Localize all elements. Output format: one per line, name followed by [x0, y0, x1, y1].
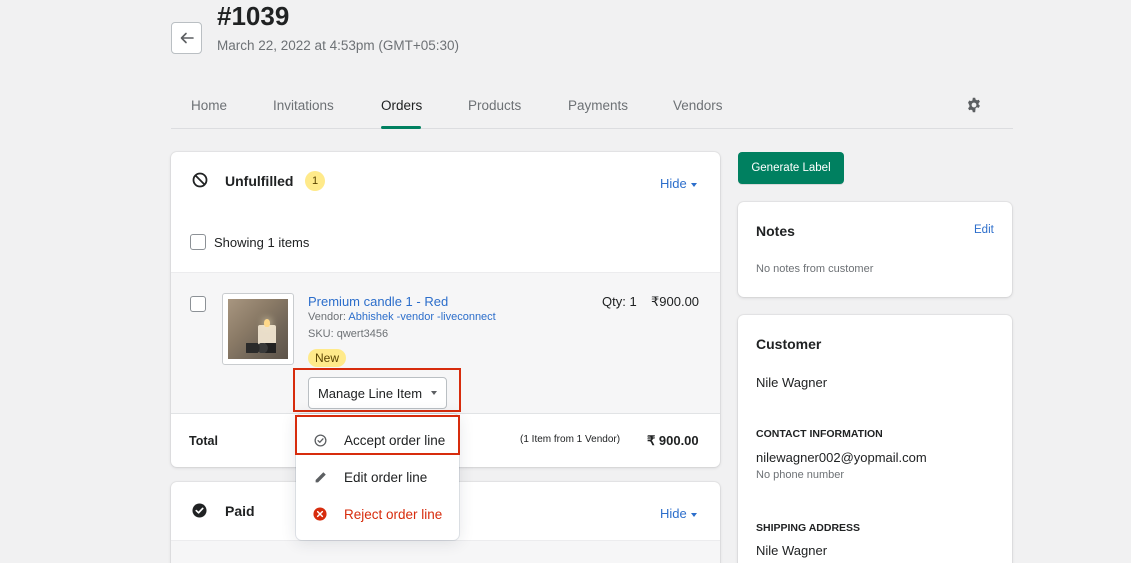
product-thumbnail — [222, 293, 294, 365]
tab-vendors[interactable]: Vendors — [673, 98, 723, 113]
arrow-left-icon — [180, 32, 194, 44]
check-circle-icon — [192, 503, 207, 518]
unfulfilled-hide-link[interactable]: Hide — [660, 176, 697, 191]
manage-line-item-button[interactable]: Manage Line Item — [308, 377, 447, 409]
tab-home[interactable]: Home — [191, 98, 227, 113]
total-summary: (1 Item from 1 Vendor) — [520, 434, 621, 445]
active-tab-indicator — [381, 126, 421, 129]
customer-title: Customer — [756, 336, 822, 352]
total-value: ₹ 900.00 — [647, 433, 699, 448]
item-price: ₹900.00 — [651, 294, 700, 309]
hide-label: Hide — [660, 506, 687, 521]
highlight-accept-item — [295, 415, 460, 455]
vendor-prefix: Vendor: — [308, 311, 346, 323]
contact-email[interactable]: nilewagner002@yopmail.com — [756, 450, 927, 465]
shipping-name: Nile Wagner — [756, 543, 828, 558]
unfulfilled-title: Unfulfilled — [225, 173, 294, 189]
caret-down-icon — [690, 182, 697, 187]
pencil-icon — [296, 471, 344, 484]
x-circle-icon — [296, 507, 344, 521]
manage-line-item-label: Manage Line Item — [317, 385, 423, 401]
unfulfilled-count-badge: 1 — [305, 171, 325, 191]
select-all-checkbox[interactable] — [190, 234, 206, 250]
tab-products[interactable]: Products — [468, 98, 521, 113]
customer-card: Customer Nile Wagner CONTACT INFORMATION… — [738, 315, 1012, 563]
order-date: March 22, 2022 at 4:53pm (GMT+05:30) — [217, 38, 459, 53]
tab-payments[interactable]: Payments — [568, 98, 628, 113]
line-item-checkbox[interactable] — [190, 296, 206, 312]
customer-name-link[interactable]: Nile Wagner — [756, 375, 827, 390]
notes-edit-link[interactable]: Edit — [974, 224, 994, 236]
page-title: #1039 — [217, 1, 290, 31]
total-label: Total — [189, 434, 218, 448]
generate-label-button[interactable]: Generate Label — [738, 152, 844, 184]
contact-info-heading: CONTACT INFORMATION — [756, 428, 883, 440]
quantity-label: Qty: 1 — [602, 294, 637, 309]
gear-icon[interactable] — [966, 97, 982, 118]
caret-down-icon — [690, 512, 697, 517]
notes-card: Notes Edit No notes from customer — [738, 202, 1012, 297]
tab-invitations[interactable]: Invitations — [273, 98, 334, 113]
paid-details-area — [171, 540, 720, 563]
unfulfilled-icon — [192, 172, 208, 188]
caret-down-icon — [431, 391, 438, 395]
edit-order-line-label: Edit order line — [344, 469, 428, 485]
paid-title: Paid — [225, 503, 255, 519]
hide-label: Hide — [660, 176, 687, 191]
contact-phone: No phone number — [756, 469, 845, 481]
back-button[interactable] — [171, 22, 202, 54]
notes-empty-text: No notes from customer — [756, 263, 874, 275]
notes-title: Notes — [756, 223, 795, 239]
product-name-link[interactable]: Premium candle 1 - Red — [308, 294, 448, 309]
vendor-link[interactable]: Abhishek -vendor -liveconnect — [348, 311, 495, 323]
shipping-address-heading: SHIPPING ADDRESS — [756, 522, 861, 534]
status-badge: New — [308, 349, 347, 367]
nav-tabs: Home Invitations Orders Products Payment… — [171, 90, 1013, 129]
reject-order-line-label: Reject order line — [344, 506, 443, 522]
showing-items-label: Showing 1 items — [214, 235, 310, 250]
paid-hide-link[interactable]: Hide — [660, 506, 697, 521]
sku-label: SKU: qwert3456 — [308, 328, 389, 340]
edit-order-line-item[interactable]: Edit order line — [296, 460, 459, 494]
tab-orders[interactable]: Orders — [381, 98, 422, 113]
vendor-line: Vendor: Abhishek -vendor -liveconnect — [308, 311, 496, 323]
reject-order-line-item[interactable]: Reject order line — [296, 497, 459, 531]
